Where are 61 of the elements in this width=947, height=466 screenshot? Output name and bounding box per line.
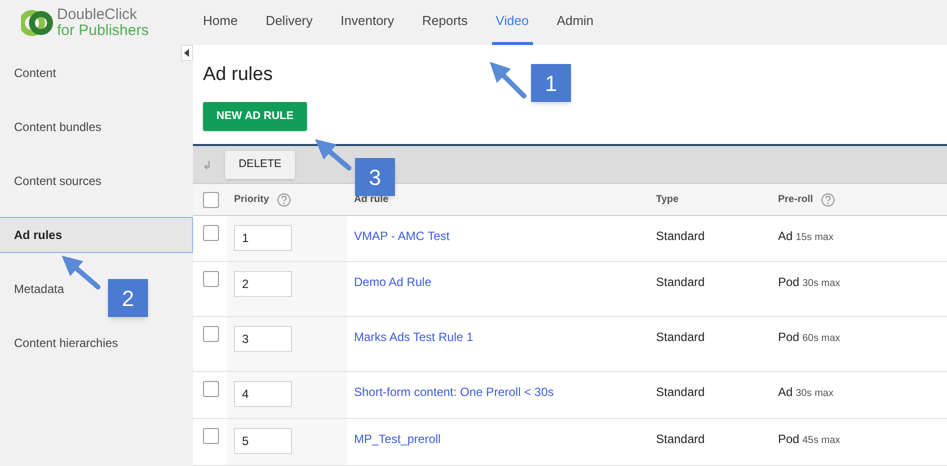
callout-badge: 1 — [531, 64, 571, 102]
ad-rule-link[interactable]: Marks Ads Test Rule 1 — [354, 330, 474, 344]
preroll-limit: 30s max — [796, 387, 834, 401]
type-cell: Standard — [656, 229, 705, 243]
page-title: Ad rules — [203, 63, 273, 87]
nav-tab[interactable]: Home — [199, 0, 242, 45]
column-header: Type — [656, 193, 679, 207]
ad-rule-link[interactable]: MP_Test_preroll — [354, 432, 441, 446]
nav-tab[interactable]: Delivery — [262, 0, 317, 45]
checkbox[interactable] — [203, 225, 219, 241]
caret-left-icon — [184, 49, 190, 57]
preroll-limit: 60s max — [802, 332, 840, 346]
nav-tab[interactable]: Video — [492, 0, 533, 45]
preroll-type: Ad — [778, 228, 793, 245]
nav-tab[interactable]: Reports — [418, 0, 472, 45]
help-icon[interactable] — [821, 192, 836, 206]
preroll-type: Ad — [778, 384, 793, 401]
checkbox[interactable] — [203, 428, 219, 444]
preroll-limit: 15s max — [796, 231, 834, 245]
nav-tab[interactable]: Inventory — [336, 0, 398, 45]
sidebar-item[interactable]: Metadata — [0, 271, 68, 307]
type-cell: Standard — [656, 330, 705, 344]
callout-arrow — [314, 139, 352, 170]
preroll-type: Pod — [778, 274, 800, 291]
sidebar-item[interactable]: Content — [0, 55, 60, 91]
ad-rule-link[interactable]: Demo Ad Rule — [354, 275, 432, 289]
sidebar-item[interactable]: Content bundles — [0, 109, 106, 145]
logo-text: DoubleClick — [57, 6, 138, 22]
type-cell: Standard — [656, 275, 705, 289]
preroll-limit: 30s max — [802, 277, 840, 291]
checkbox[interactable] — [203, 192, 219, 208]
ad-rule-link[interactable]: VMAP - AMC Test — [354, 229, 450, 243]
type-cell: Standard — [656, 385, 705, 399]
sidebar-item[interactable]: Content hierarchies — [0, 325, 122, 361]
preroll-limit: 45s max — [802, 434, 840, 448]
callout-badge: 2 — [108, 279, 148, 317]
sidebar-item[interactable]: Content sources — [0, 163, 106, 199]
checkbox[interactable] — [203, 271, 219, 287]
checkbox[interactable] — [203, 381, 219, 397]
priority-field[interactable]: 3 — [234, 326, 292, 352]
type-cell: Standard — [656, 432, 705, 446]
ad-rule-link[interactable]: Short-form content: One Preroll < 30s — [354, 385, 554, 399]
logo-subtitle: for Publishers — [57, 22, 149, 38]
priority-field[interactable]: 2 — [234, 271, 292, 297]
new-ad-rule-button[interactable]: NEW AD RULE — [203, 102, 307, 130]
logo-icon — [21, 8, 53, 38]
priority-field[interactable]: 1 — [234, 225, 292, 251]
delete-button[interactable]: DELETE — [225, 150, 295, 178]
collapse-button[interactable] — [181, 45, 193, 61]
callout-badge: 3 — [355, 158, 395, 196]
preroll-type: Pod — [778, 431, 800, 448]
sidebar-item[interactable]: Ad rules — [0, 217, 193, 253]
column-header: Priority — [234, 193, 270, 207]
nav-tab[interactable]: Admin — [552, 0, 598, 45]
checkbox[interactable] — [203, 326, 219, 342]
help-icon[interactable] — [277, 192, 292, 206]
priority-field[interactable]: 5 — [234, 428, 292, 454]
column-header: Pre-roll — [778, 193, 814, 207]
callout-arrow — [490, 62, 526, 98]
preroll-type: Pod — [778, 329, 800, 346]
priority-field[interactable]: 4 — [234, 381, 292, 407]
